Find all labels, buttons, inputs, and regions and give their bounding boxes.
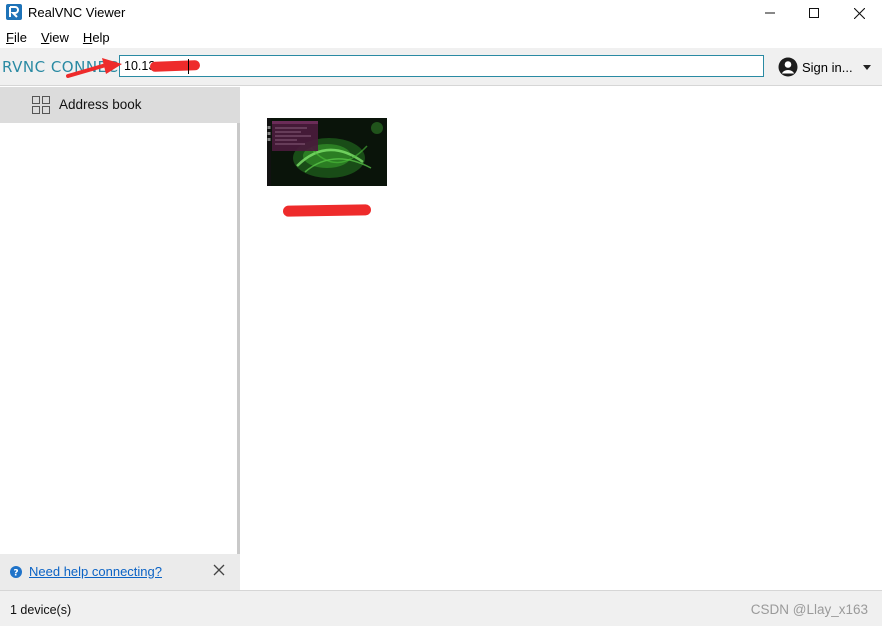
help-link[interactable]: Need help connecting? [29, 564, 162, 579]
text-caret [188, 59, 189, 74]
address-input[interactable] [119, 55, 764, 77]
svg-text:?: ? [13, 569, 18, 579]
menu-view[interactable]: View [35, 30, 75, 45]
realvnc-logo-icon [6, 4, 22, 20]
caret-down-icon [862, 64, 871, 70]
sign-in-label: Sign in... [802, 59, 853, 75]
maximize-button[interactable] [791, 0, 837, 26]
annotation-arrow [66, 58, 122, 78]
help-bar: ? Need help connecting? [0, 554, 240, 590]
toolbar: RVNC CONNEC Sign in... [0, 48, 882, 86]
close-icon[interactable] [213, 564, 225, 576]
close-button[interactable] [836, 0, 882, 26]
device-area [243, 87, 882, 590]
device-thumbnail[interactable] [267, 118, 387, 186]
address-book-label: Address book [59, 97, 142, 112]
question-circle-icon: ? [10, 566, 22, 578]
menu-bar: File View Help [0, 26, 882, 48]
device-name-redaction [282, 204, 372, 217]
menu-file[interactable]: File [0, 30, 33, 45]
sidebar: Address book ? Need help connecting? [0, 87, 240, 590]
grid-icon [32, 96, 50, 114]
user-avatar-icon [778, 57, 798, 77]
status-bar: 1 device(s) CSDN @Llay_x163 [0, 590, 882, 626]
menu-help[interactable]: Help [77, 30, 116, 45]
window-title: RealVNC Viewer [28, 5, 126, 20]
redaction-mark [149, 60, 201, 72]
sign-in-button[interactable]: Sign in... [778, 56, 871, 78]
sidebar-item-address-book[interactable]: Address book [0, 87, 240, 123]
minimize-button[interactable] [747, 0, 793, 26]
title-bar: RealVNC Viewer [0, 0, 882, 26]
device-count: 1 device(s) [10, 603, 72, 617]
watermark: CSDN @Llay_x163 [750, 602, 868, 617]
